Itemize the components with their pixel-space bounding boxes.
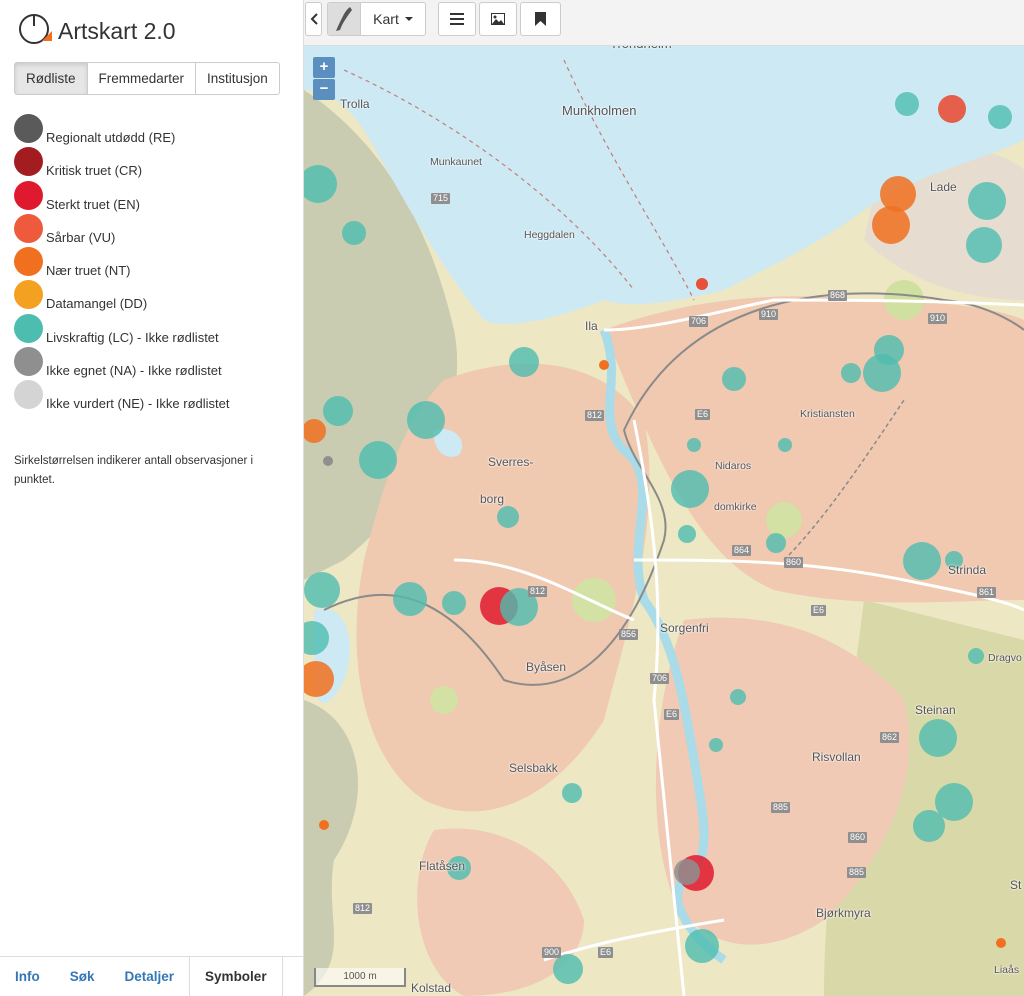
road-number: 862 — [880, 732, 900, 743]
tab-symboler[interactable]: Symboler — [189, 956, 283, 996]
bookmark-button[interactable] — [520, 2, 561, 36]
zoom-out-button[interactable]: − — [313, 79, 335, 100]
sidebar: Artskart 2.0 Rødliste Fremmedarter Insti… — [0, 0, 304, 996]
tab-institusjon[interactable]: Institusjon — [195, 62, 280, 95]
road-number: 910 — [928, 313, 948, 324]
map-basemap — [304, 0, 1024, 996]
place-label: borg — [480, 492, 505, 506]
legend-swatch — [14, 180, 43, 210]
basemap-selector: Kart — [361, 11, 425, 27]
place-label: Dragvo — [988, 652, 1022, 664]
place-label: Kristiansten — [800, 408, 855, 420]
road-number: 868 — [828, 290, 848, 301]
road-number: E6 — [695, 409, 711, 420]
list-icon — [450, 13, 464, 25]
app-title: Artskart 2.0 — [58, 17, 176, 44]
tab-sok[interactable]: Søk — [55, 957, 110, 996]
place-label: Lade — [930, 180, 957, 194]
legend-swatch — [14, 280, 43, 310]
place-label: Selsbakk — [509, 761, 558, 775]
scale-bar: 1000 m — [314, 968, 406, 987]
bottom-tabs: Info Søk Detaljer Symboler — [0, 956, 304, 996]
place-label: Risvollan — [812, 750, 861, 764]
map-toolbar: Kart — [304, 0, 1024, 46]
legend-swatch — [14, 347, 43, 377]
legend-label: Sterkt truet (EN) — [46, 196, 140, 212]
road-number: 812 — [353, 903, 373, 914]
legend-label: Datamangel (DD) — [46, 296, 148, 312]
tab-rodliste[interactable]: Rødliste — [14, 62, 88, 95]
legend-swatch — [14, 114, 43, 143]
place-label: Nidaros — [715, 460, 752, 472]
zoom-in-button[interactable]: + — [313, 57, 335, 78]
road-number: 812 — [585, 410, 605, 421]
legend-swatch — [14, 213, 43, 243]
road-number: 856 — [619, 629, 639, 640]
tab-info[interactable]: Info — [0, 957, 55, 996]
road-number: 864 — [732, 545, 752, 556]
legend-label: Sårbar (VU) — [46, 229, 116, 245]
circle-size-note: Sirkelstørrelsen indikerer antall observ… — [14, 455, 254, 486]
place-label: Steinan — [915, 703, 956, 717]
legend-swatch — [14, 380, 43, 410]
place-label: Ila — [585, 319, 598, 333]
place-label: Kolstad — [411, 981, 452, 995]
legend-label: Kritisk truet (CR) — [46, 163, 143, 179]
place-label: Liaås — [994, 964, 1020, 976]
road-number: E6 — [598, 947, 614, 958]
road-number: 910 — [759, 309, 779, 320]
tab-fremmedarter[interactable]: Fremmedarter — [86, 62, 197, 95]
road-number: 860 — [784, 557, 804, 568]
road-number: 706 — [689, 316, 709, 327]
road-number: 861 — [977, 587, 997, 598]
place-label: Flatåsen — [419, 859, 466, 873]
map-canvas[interactable]: Trondheim Munkholmen Trolla Munkaunet He… — [304, 0, 1024, 996]
place-label: Sorgenfri — [660, 621, 709, 635]
collapse-sidebar-button[interactable] — [305, 2, 322, 36]
place-label: domkirke — [714, 501, 757, 513]
bookmark-icon — [535, 12, 546, 26]
legend-label: Ikke egnet (NA) - Ikke rødlistet — [46, 363, 222, 379]
place-label: Trolla — [340, 97, 370, 111]
image-button[interactable] — [479, 2, 517, 36]
place-label: Munkaunet — [430, 156, 482, 168]
layers-list-button[interactable] — [438, 2, 476, 36]
road-number: 885 — [771, 802, 791, 813]
caret-down-icon — [404, 17, 413, 21]
app-root: Artskart 2.0 Rødliste Fremmedarter Insti… — [0, 0, 1024, 996]
legend-label: Livskraftig (LC) - Ikke rødlistet — [46, 329, 219, 345]
place-label: Heggdalen — [524, 229, 575, 241]
road-number: E6 — [811, 605, 827, 616]
road-number: 706 — [650, 673, 670, 684]
legend-swatch — [14, 313, 43, 343]
legend-swatch — [14, 247, 43, 277]
place-label: Sverres- — [488, 455, 534, 469]
place-label: Byåsen — [526, 660, 567, 674]
basemap-dropdown[interactable]: Kart — [327, 2, 426, 36]
road-number: 885 — [847, 867, 867, 878]
basemap-label: Kart — [373, 11, 399, 27]
category-tabs: Rødliste Fremmedarter Institusjon — [14, 62, 280, 95]
legend-label: Regionalt utdødd (RE) — [46, 130, 176, 145]
norway-map-thumbnail-icon — [328, 3, 361, 35]
tab-detaljer[interactable]: Detaljer — [110, 957, 190, 996]
place-label: Munkholmen — [562, 103, 637, 118]
road-number: 900 — [542, 947, 562, 958]
legend-label: Ikke vurdert (NE) - Ikke rødlistet — [46, 396, 230, 412]
brand[interactable]: Artskart 2.0 — [18, 10, 176, 46]
place-label: St — [1010, 878, 1022, 892]
road-number: 812 — [528, 586, 548, 597]
place-label: Bjørkmyra — [816, 906, 871, 920]
place-label: Strinda — [948, 563, 987, 577]
road-number: E6 — [664, 709, 680, 720]
road-number: 715 — [431, 193, 451, 204]
image-icon — [491, 13, 505, 25]
chevron-left-icon — [310, 13, 318, 25]
road-number: 860 — [848, 832, 868, 843]
artskart-logo-icon — [19, 14, 52, 44]
legend-swatch — [14, 147, 43, 177]
legend-label: Nær truet (NT) — [46, 263, 131, 279]
